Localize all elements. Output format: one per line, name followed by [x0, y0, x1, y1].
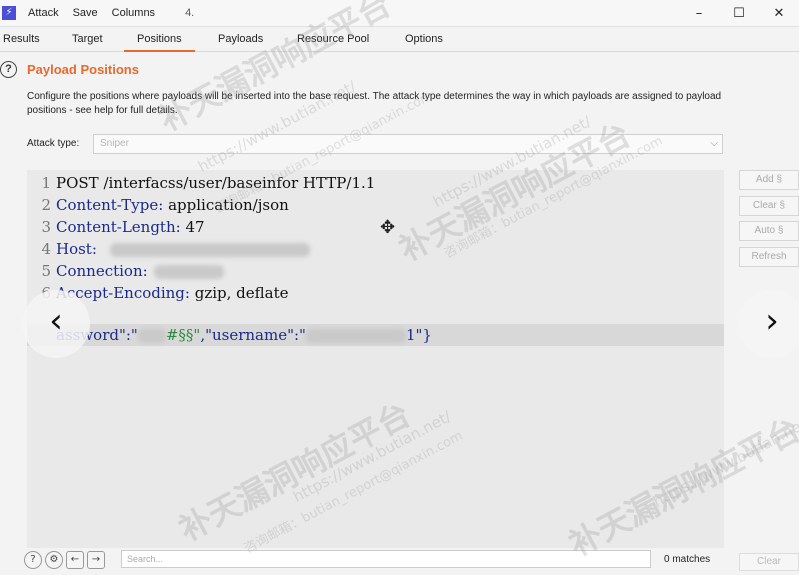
- menu-save[interactable]: Save: [73, 7, 98, 19]
- tab-resource-pool[interactable]: Resource Pool: [297, 27, 369, 52]
- redacted-connection: [154, 265, 225, 279]
- search-input[interactable]: Search...: [121, 550, 651, 568]
- close-button[interactable]: ✕: [759, 0, 799, 27]
- tab-bar: Results Target Positions Payloads Resour…: [0, 27, 799, 52]
- prev-arrow-icon[interactable]: ‹: [22, 290, 90, 358]
- editor-line: 6Accept-Encoding: gzip, deflate: [41, 284, 289, 302]
- search-bar: ? ⚙ ← → Search... 0 matches: [24, 550, 724, 570]
- tab-positions[interactable]: Positions: [124, 27, 195, 52]
- add-marker-button[interactable]: Add §: [739, 170, 799, 190]
- gear-icon[interactable]: ⚙: [45, 551, 63, 569]
- request-editor[interactable]: 1 POST /interfacss/user/baseinfor HTTP/1.…: [27, 170, 724, 548]
- title-bar: ⚡ Attack Save Columns 4. – ☐ ✕: [0, 0, 799, 27]
- clear-marker-button[interactable]: Clear §: [739, 196, 799, 216]
- payload-marker: #§§": [165, 326, 201, 344]
- burp-app-icon: ⚡: [2, 6, 16, 20]
- tab-results[interactable]: Results: [3, 27, 40, 52]
- editor-line: 4 Host:: [27, 238, 724, 260]
- chevron-down-icon: ⌵: [710, 138, 718, 149]
- back-arrow-icon[interactable]: ←: [66, 551, 84, 569]
- attack-type-select[interactable]: Sniper ⌵: [93, 134, 723, 154]
- redacted-host: [109, 243, 310, 257]
- minimize-button[interactable]: –: [679, 0, 719, 27]
- clear-button[interactable]: Clear: [739, 553, 799, 571]
- menu-columns[interactable]: Columns: [112, 7, 155, 19]
- attack-type-value: Sniper: [100, 138, 129, 149]
- section-title: Payload Positions: [27, 62, 139, 77]
- editor-line: 3 Content-Length: 47: [41, 218, 205, 236]
- editor-line: 1 POST /interfacss/user/baseinfor HTTP/1.…: [41, 174, 376, 192]
- auto-marker-button[interactable]: Auto §: [739, 221, 799, 241]
- refresh-button[interactable]: Refresh: [739, 247, 799, 267]
- redacted-password: [137, 329, 166, 343]
- maximize-button[interactable]: ☐: [719, 0, 759, 27]
- editor-body-line: assword":" #§§","username":" 1"}: [27, 324, 724, 346]
- attack-type-label: Attack type:: [27, 138, 80, 149]
- help-icon[interactable]: ?: [24, 551, 42, 569]
- next-arrow-icon[interactable]: ›: [738, 290, 799, 358]
- redacted-username: [305, 329, 406, 343]
- move-cursor-icon: ✥: [380, 217, 396, 238]
- editor-line: 5 Connection:: [27, 260, 724, 282]
- help-icon[interactable]: ?: [0, 61, 17, 78]
- section-description: Configure the positions where payloads w…: [27, 91, 722, 116]
- tab-payloads[interactable]: Payloads: [218, 27, 263, 52]
- menu-attack[interactable]: Attack: [28, 7, 59, 19]
- forward-arrow-icon[interactable]: →: [87, 551, 105, 569]
- editor-line: 2 Content-Type: application/json: [41, 196, 289, 214]
- tab-target[interactable]: Target: [72, 27, 103, 52]
- tab-options[interactable]: Options: [405, 27, 443, 52]
- window-title: 4.: [185, 7, 195, 19]
- match-count: 0 matches: [664, 554, 711, 565]
